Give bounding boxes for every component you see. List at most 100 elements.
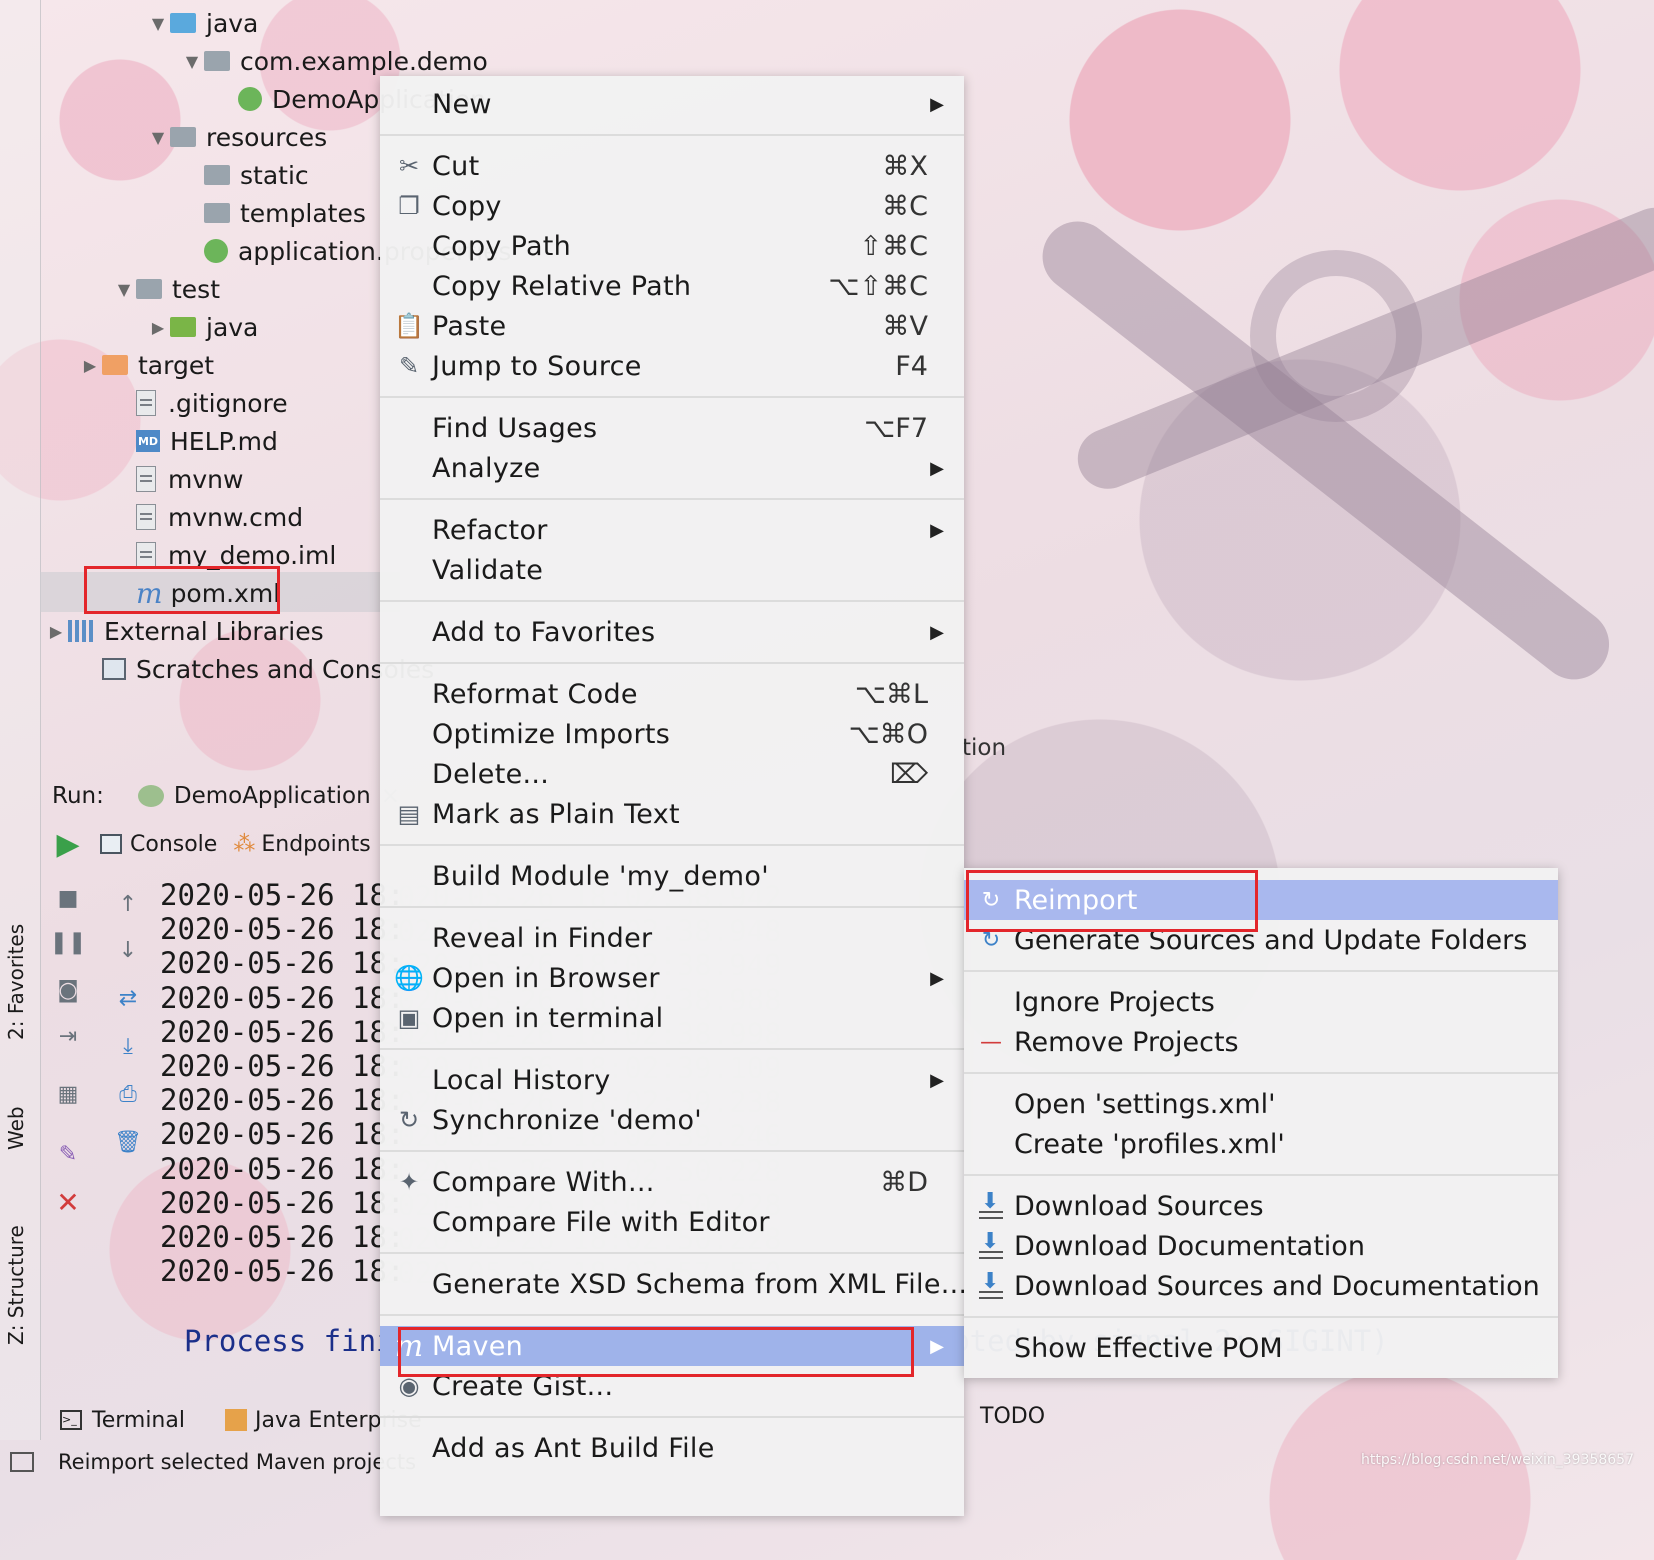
camera-icon[interactable]: ◙ xyxy=(54,976,82,1004)
run-toolbar: ▶ ■ ❚❚ ◙ ⇥ ▦ ✎ ✕ xyxy=(44,827,94,1250)
expand-arrow-icon[interactable]: ▼ xyxy=(146,128,170,147)
menu-item-copy[interactable]: ❐ Copy ⌘C xyxy=(380,186,964,226)
exit-icon[interactable]: ⇥ xyxy=(54,1022,82,1050)
menu-item-copy-path[interactable]: Copy Path ⇧⌘C xyxy=(380,226,964,266)
soft-wrap-icon[interactable]: ⇄ xyxy=(114,984,142,1012)
menu-item-reveal-in-finder[interactable]: Reveal in Finder xyxy=(380,918,964,958)
submenu-item-download-sources-and-documentation[interactable]: Download Sources and Documentation xyxy=(964,1266,1558,1306)
run-config-tab[interactable]: DemoApplication xyxy=(174,783,371,809)
tab-endpoints[interactable]: ⁂ Endpoints xyxy=(233,832,370,857)
down-arrow-icon[interactable]: ↓ xyxy=(114,936,142,964)
spring-run-icon xyxy=(137,785,164,807)
menu-item-shortcut: ⌥F7 xyxy=(864,412,928,444)
menu-item-synchronize-demo[interactable]: ↻ Synchronize 'demo' xyxy=(380,1100,964,1140)
expand-arrow-icon[interactable]: ▼ xyxy=(180,52,204,71)
submenu-item-remove-projects[interactable]: — Remove Projects xyxy=(964,1022,1558,1062)
file-icon xyxy=(136,466,156,492)
tree-item[interactable]: ▶ External Libraries xyxy=(44,612,324,650)
submenu-arrow-icon: ▶ xyxy=(930,967,944,989)
menu-item-add-as-ant-build-file[interactable]: Add as Ant Build File xyxy=(380,1428,964,1468)
menu-item-shortcut: F4 xyxy=(895,350,928,382)
close-run-icon[interactable]: ✕ xyxy=(54,1186,82,1219)
menu-item-generate-xsd-schema-from-xml-file[interactable]: Generate XSD Schema from XML File... xyxy=(380,1264,967,1304)
expand-arrow-icon[interactable]: ▼ xyxy=(112,280,136,299)
submenu-item-create-profiles-xml[interactable]: Create 'profiles.xml' xyxy=(964,1124,1558,1164)
collapse-arrow-icon[interactable]: ▶ xyxy=(78,356,102,375)
collapse-arrow-icon[interactable]: ▶ xyxy=(44,622,68,641)
tab-console[interactable]: Console xyxy=(100,832,217,857)
expand-arrow-icon[interactable]: ▼ xyxy=(146,14,170,33)
menu-item-shortcut: ⌦ xyxy=(889,758,928,790)
submenu-arrow-icon: ▶ xyxy=(930,457,944,479)
tree-item[interactable]: ▼ resources xyxy=(146,118,327,156)
menu-item-shortcut: ⌘X xyxy=(882,150,929,182)
markdown-icon: MD xyxy=(136,430,160,452)
submenu-item-download-sources[interactable]: Download Sources xyxy=(964,1186,1558,1226)
tree-item[interactable]: ▼ test xyxy=(112,270,220,308)
terminal-tab[interactable]: Terminal xyxy=(92,1408,185,1433)
tree-item[interactable]: .gitignore xyxy=(112,384,288,422)
menu-item-reformat-code[interactable]: Reformat Code ⌥⌘L xyxy=(380,674,964,714)
print-icon[interactable]: ⎙ xyxy=(114,1080,142,1108)
trash-icon[interactable]: 🗑 xyxy=(114,1128,142,1156)
submenu-item-ignore-projects[interactable]: Ignore Projects xyxy=(964,982,1558,1022)
menu-item-build-module-my-demo[interactable]: Build Module 'my_demo' xyxy=(380,856,964,896)
menu-item-icon: ✎ xyxy=(398,352,420,380)
menu-item-label: Build Module 'my_demo' xyxy=(432,860,769,892)
pause-icon[interactable]: ❚❚ xyxy=(50,928,87,956)
menu-item-new[interactable]: New ▶ xyxy=(380,84,964,124)
todo-tab[interactable]: TODO xyxy=(980,1404,1045,1429)
pin-icon[interactable]: ✎ xyxy=(54,1140,82,1168)
layout-icon[interactable]: ▦ xyxy=(54,1080,82,1108)
menu-item-delete[interactable]: Delete... ⌦ xyxy=(380,754,964,794)
tree-item[interactable]: ▶ target xyxy=(78,346,214,384)
submenu-item-show-effective-pom[interactable]: Show Effective POM xyxy=(964,1328,1558,1368)
menu-item-label: Open in Browser xyxy=(432,962,660,994)
menu-item-open-in-browser[interactable]: 🌐 Open in Browser ▶ xyxy=(380,958,964,998)
menu-item-validate[interactable]: Validate xyxy=(380,550,964,590)
menu-item-find-usages[interactable]: Find Usages ⌥F7 xyxy=(380,408,964,448)
tree-item-label: target xyxy=(138,350,215,380)
menu-item-label: Jump to Source xyxy=(432,350,642,382)
status-toggle-icon[interactable] xyxy=(10,1452,34,1472)
menu-item-add-to-favorites[interactable]: Add to Favorites ▶ xyxy=(380,612,964,652)
tree-item-label: templates xyxy=(240,198,366,228)
tree-item[interactable]: static xyxy=(180,156,309,194)
menu-item-mark-as-plain-text[interactable]: ▤ Mark as Plain Text xyxy=(380,794,964,834)
file-icon xyxy=(136,542,156,568)
tree-item[interactable]: MD HELP.md xyxy=(112,422,278,460)
menu-item-compare-with[interactable]: ✦ Compare With... ⌘D xyxy=(380,1162,964,1202)
menu-item-icon: ✂ xyxy=(398,152,420,180)
collapse-arrow-icon[interactable]: ▶ xyxy=(146,318,170,337)
submenu-item-open-settings-xml[interactable]: Open 'settings.xml' xyxy=(964,1084,1558,1124)
menu-item-analyze[interactable]: Analyze ▶ xyxy=(380,448,964,488)
menu-item-local-history[interactable]: Local History ▶ xyxy=(380,1060,964,1100)
run-icon[interactable]: ▶ xyxy=(54,827,82,862)
menu-item-compare-file-with-editor[interactable]: Compare File with Editor xyxy=(380,1202,964,1242)
menu-item-refactor[interactable]: Refactor ▶ xyxy=(380,510,964,550)
folder-icon xyxy=(136,279,162,299)
submenu-arrow-icon: ▶ xyxy=(930,93,944,115)
menu-item-label: Reformat Code xyxy=(432,678,638,710)
menu-item-open-in-terminal[interactable]: ▣ Open in terminal xyxy=(380,998,964,1038)
menu-item-copy-relative-path[interactable]: Copy Relative Path ⌥⇧⌘C xyxy=(380,266,964,306)
structure-tab[interactable]: Z: Structure xyxy=(4,1225,28,1345)
tree-item[interactable]: ▼ com.example.demo xyxy=(180,42,488,80)
tree-item[interactable]: mvnw xyxy=(112,460,243,498)
tree-item[interactable]: ▼ java xyxy=(146,4,259,42)
up-arrow-icon[interactable]: ↑ xyxy=(114,890,142,918)
console-line: 2020-05-26 18:02:39.109 xyxy=(160,1048,400,1083)
console-line: 2020-05-26 18:02:50.228 xyxy=(160,1151,400,1186)
menu-item-paste[interactable]: 📋 Paste ⌘V xyxy=(380,306,964,346)
menu-item-optimize-imports[interactable]: Optimize Imports ⌥⌘O xyxy=(380,714,964,754)
stop-icon[interactable]: ■ xyxy=(54,884,82,912)
web-tab[interactable]: Web xyxy=(4,1106,28,1150)
scroll-to-end-icon[interactable]: ⤓ xyxy=(114,1032,142,1060)
tree-item[interactable]: ▶ java xyxy=(146,308,259,346)
favorites-tab[interactable]: 2: Favorites xyxy=(4,924,28,1040)
tree-item[interactable]: mvnw.cmd xyxy=(112,498,303,536)
tree-item[interactable]: templates xyxy=(180,194,366,232)
submenu-item-download-documentation[interactable]: Download Documentation xyxy=(964,1226,1558,1266)
menu-item-cut[interactable]: ✂ Cut ⌘X xyxy=(380,146,964,186)
menu-item-jump-to-source[interactable]: ✎ Jump to Source F4 xyxy=(380,346,964,386)
